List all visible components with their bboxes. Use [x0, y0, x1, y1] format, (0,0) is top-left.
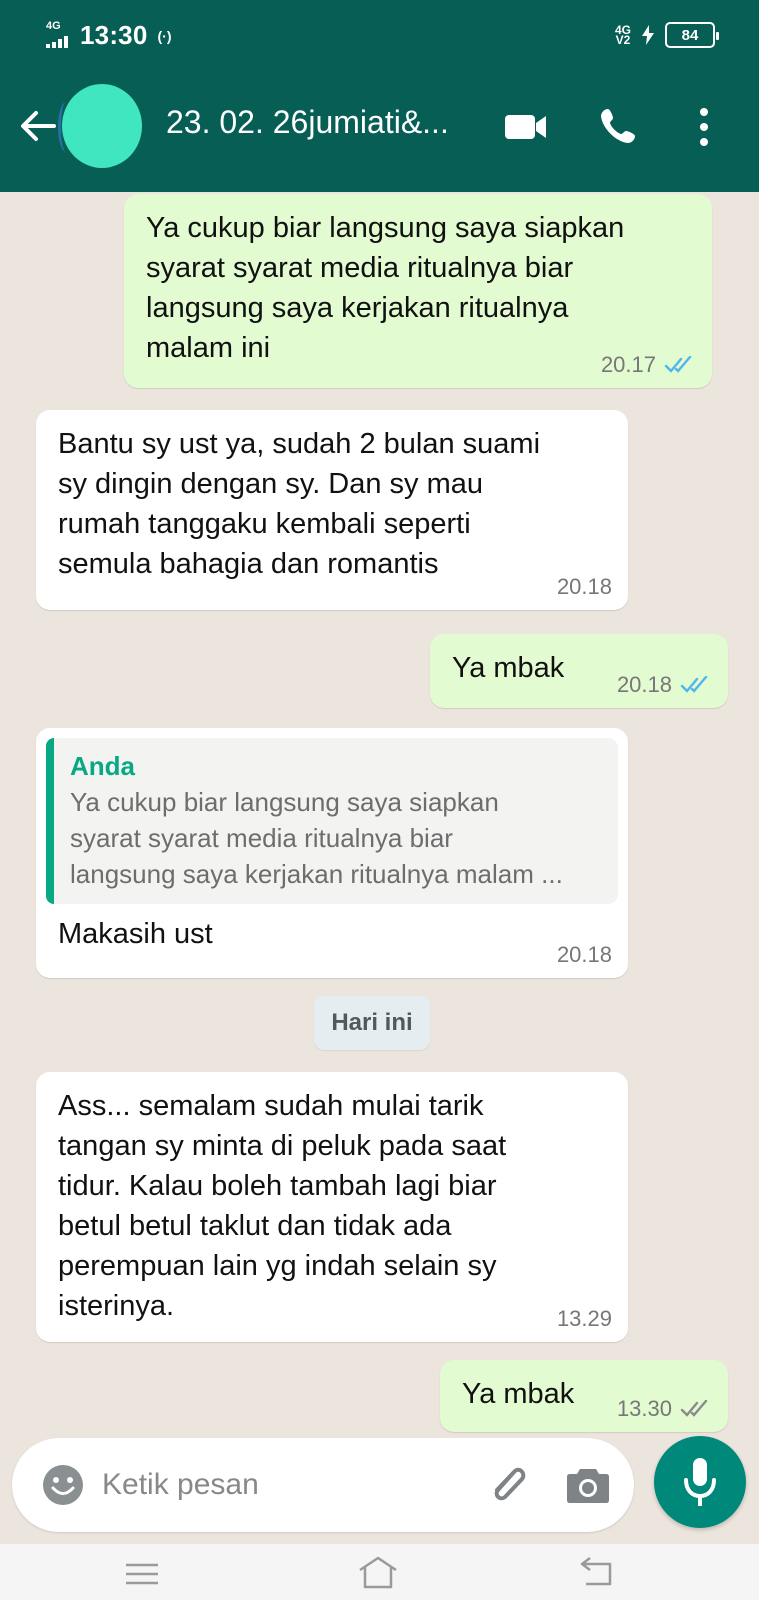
read-receipt-icon [680, 676, 708, 693]
message-meta: 13.29 [557, 1306, 612, 1332]
network-type-left: 4G [46, 19, 61, 32]
signal-icon: 4G [44, 19, 72, 50]
quote-text: Ya cukup biar langsung saya siapkan syar… [70, 787, 563, 889]
status-bar-right: 4G V2 84 [614, 22, 719, 48]
back-arrow-icon[interactable] [18, 106, 58, 146]
message-time: 20.18 [556, 574, 612, 599]
system-nav-bar [0, 1544, 759, 1600]
day-separator: Hari ini [314, 996, 430, 1050]
message-outgoing[interactable]: Ya mbak 13.30 [440, 1360, 728, 1432]
message-time: 13.29 [556, 1306, 612, 1331]
message-text: Ass... semalam sudah mulai tarik tangan … [58, 1090, 507, 1322]
chat-header: 4G 13:30 (·) 4G V2 84 23. 02. 26jumiati&.… [0, 0, 759, 192]
message-outgoing[interactable]: Ya cukup biar langsung saya siapkan syar… [124, 194, 712, 388]
message-time: 20.18 [616, 672, 672, 697]
app-bar: 23. 02. 26jumiati&... [0, 76, 759, 186]
message-incoming[interactable]: Bantu sy ust ya, sudah 2 bulan suami sy … [36, 410, 628, 610]
message-time: 13.30 [616, 1396, 672, 1421]
chat-title[interactable]: 23. 02. 26jumiati&... [166, 104, 486, 141]
voice-call-icon[interactable] [598, 106, 638, 146]
message-time: 20.17 [600, 352, 656, 377]
delivered-receipt-icon [680, 1400, 708, 1417]
message-incoming-reply[interactable]: Anda Ya cukup biar langsung saya siapkan… [36, 728, 628, 978]
battery-icon: 84 [665, 22, 719, 48]
message-meta: 20.18 [557, 942, 612, 968]
message-outgoing[interactable]: Ya mbak 20.18 [430, 634, 728, 708]
clock: 13:30 [80, 20, 148, 50]
message-meta: 20.18 [617, 672, 712, 698]
message-meta: 20.18 [557, 574, 612, 600]
back-nav-icon[interactable] [576, 1556, 616, 1590]
mic-button[interactable] [654, 1436, 746, 1528]
hotspot-icon: (·) [157, 27, 172, 44]
video-call-icon[interactable] [504, 112, 548, 142]
message-time: 20.18 [556, 942, 612, 967]
message-meta: 20.17 [601, 352, 696, 378]
quoted-message[interactable]: Anda Ya cukup biar langsung saya siapkan… [46, 738, 618, 904]
message-text: Ya cukup biar langsung saya siapkan syar… [146, 212, 625, 364]
attach-icon[interactable] [484, 1460, 532, 1508]
more-options-icon[interactable] [694, 106, 714, 148]
status-bar: 4G 13:30 (·) 4G V2 84 [0, 0, 759, 72]
home-icon[interactable] [356, 1554, 400, 1590]
emoji-icon[interactable] [40, 1462, 86, 1508]
message-text: Bantu sy ust ya, sudah 2 bulan suami sy … [58, 428, 541, 580]
message-incoming[interactable]: Ass... semalam sudah mulai tarik tangan … [36, 1072, 628, 1342]
camera-icon[interactable] [566, 1464, 610, 1506]
message-composer [12, 1438, 634, 1532]
charging-icon [642, 25, 654, 45]
recent-apps-icon[interactable] [124, 1562, 160, 1586]
battery-level: 84 [681, 26, 699, 44]
network-type-right: 4G V2 [614, 23, 631, 47]
mic-icon [684, 1458, 716, 1506]
message-input[interactable] [102, 1456, 472, 1514]
read-receipt-icon [664, 356, 692, 373]
avatar[interactable] [58, 84, 142, 168]
message-meta: 13.30 [617, 1396, 712, 1422]
status-bar-left: 4G 13:30 (·) [44, 20, 172, 51]
quote-author: Anda [70, 751, 135, 781]
message-text: Makasih ust [58, 918, 213, 950]
